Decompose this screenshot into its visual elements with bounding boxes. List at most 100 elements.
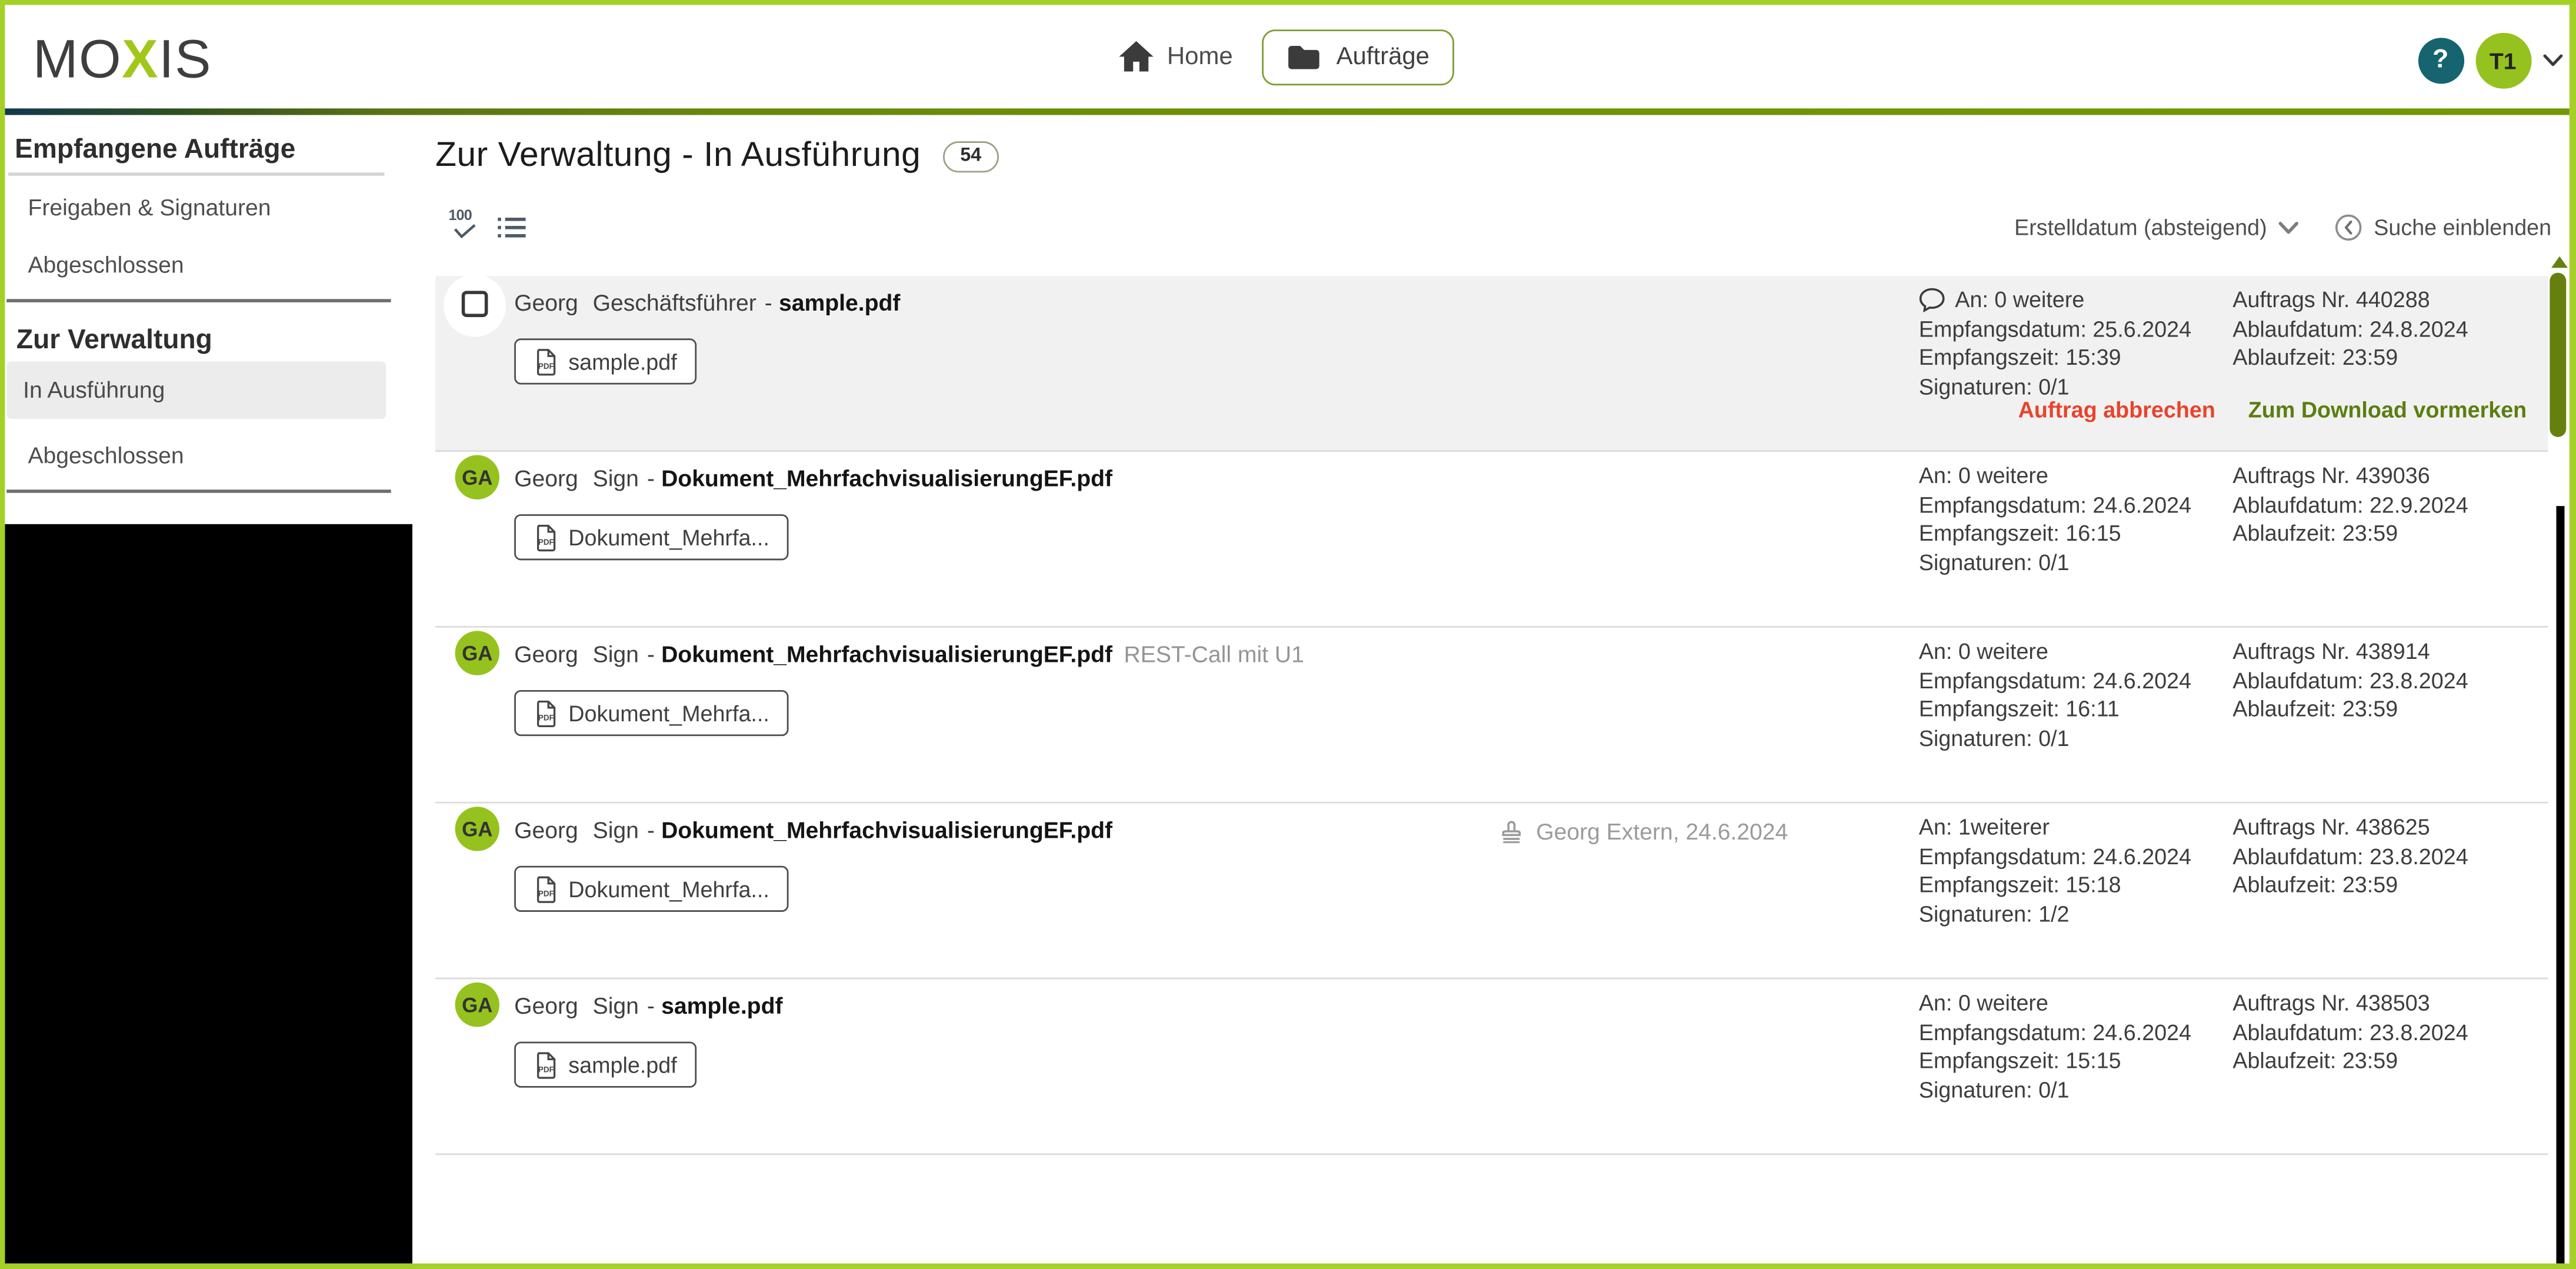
nav-home-label: Home — [1167, 43, 1233, 71]
speech-bubble-icon — [1919, 288, 1945, 313]
help-glyph: ? — [2432, 46, 2448, 75]
page-border-bottom — [0, 1264, 2576, 1269]
logo-text-2: IS — [159, 28, 212, 88]
application-window: MOXIS Home Aufträge ? T1 Empfangene Auft… — [0, 0, 2576, 1269]
order-row[interactable]: Georg Geschäftsführer-sample.pdf PDF sam… — [435, 276, 2548, 452]
row-document: sample.pdf — [661, 992, 782, 1019]
attachment-label: sample.pdf — [568, 1052, 677, 1077]
pdf-file-icon: PDF — [534, 523, 557, 551]
meta-expiry-date: Ablaufdatum: 24.8.2024 — [2232, 315, 2468, 344]
row-name: Georg Sign — [514, 992, 639, 1019]
meta-order-no: Auftrags Nr. 440288 — [2232, 286, 2430, 315]
row-dash: - — [647, 465, 655, 491]
row-title: Georg Sign-Dokument_Mehrfachvisualisieru… — [514, 817, 1112, 843]
meta-right-column: Auftrags Nr. 439036 Ablaufdatum: 22.9.20… — [2232, 462, 2468, 548]
select-100-icon[interactable]: 100 — [448, 207, 483, 238]
row-dash: - — [765, 289, 772, 316]
pdf-file-icon: PDF — [534, 699, 557, 727]
row-document: sample.pdf — [779, 289, 900, 316]
meta-received-time: Empfangszeit: 15:39 — [1919, 344, 2121, 372]
stamp-note-group: Georg Extern, 24.6.2024 — [1498, 818, 1788, 845]
folder-icon — [1287, 44, 1322, 70]
sidebar-divider — [6, 299, 391, 301]
meta-signatures: Signaturen: 0/1 — [1919, 724, 2070, 753]
scrollbar-up-arrow[interactable] — [2551, 257, 2567, 268]
top-bar: MOXIS Home Aufträge ? T1 — [5, 5, 2568, 108]
sidebar-item-abgeschlossen-2[interactable]: Abgeschlossen — [28, 442, 184, 468]
meta-order-no: Auftrags Nr. 438914 — [2232, 638, 2430, 667]
row-name: Georg Sign — [514, 641, 639, 667]
row-checkbox[interactable] — [462, 291, 488, 317]
moxis-logo: MOXIS — [33, 28, 212, 90]
avatar: GA — [455, 631, 499, 675]
svg-text:PDF: PDF — [538, 712, 554, 721]
meta-expiry-time: Ablaufzeit: 23:59 — [2232, 695, 2398, 724]
meta-signatures: Signaturen: 0/1 — [1919, 548, 2070, 577]
attachment-chip[interactable]: PDF Dokument_Mehrfa... — [514, 866, 789, 912]
toolbar-left: 100 — [448, 207, 525, 238]
sidebar-item-abgeschlossen-1[interactable]: Abgeschlossen — [28, 251, 184, 278]
sort-chevron-down-icon — [2278, 221, 2298, 234]
attachment-chip[interactable]: PDF Dokument_Mehrfa... — [514, 514, 789, 560]
meta-expiry-time: Ablaufzeit: 23:59 — [2232, 519, 2398, 548]
meta-order-no: Auftrags Nr. 438503 — [2232, 989, 2430, 1018]
attachment-label: sample.pdf — [568, 349, 677, 374]
nav-auftraege[interactable]: Aufträge — [1262, 29, 1454, 85]
meta-received-date: Empfangsdatum: 24.6.2024 — [1919, 842, 2191, 871]
logo-text: MO — [33, 28, 122, 88]
meta-order-no: Auftrags Nr. 438625 — [2232, 813, 2430, 842]
action-danger[interactable]: Auftrag abbrechen — [2018, 398, 2215, 422]
order-list: Georg Geschäftsführer-sample.pdf PDF sam… — [435, 276, 2548, 1155]
header-divider-gradient — [5, 108, 2568, 115]
attachment-chip[interactable]: PDF sample.pdf — [514, 1042, 697, 1088]
attachment-chip[interactable]: PDF sample.pdf — [514, 338, 697, 384]
row-title: Georg Sign-Dokument_Mehrfachvisualisieru… — [514, 465, 1112, 491]
order-row[interactable]: GA Georg Sign-sample.pdf PDF sample.pdf … — [435, 979, 2548, 1155]
meta-received-date: Empfangsdatum: 24.6.2024 — [1919, 491, 2191, 519]
page-title: Zur Verwaltung - In Ausführung — [435, 136, 921, 176]
svg-text:PDF: PDF — [538, 361, 554, 370]
action-confirm[interactable]: Zum Download vormerken — [2248, 398, 2527, 422]
meta-right-column: Auftrags Nr. 438914 Ablaufdatum: 23.8.20… — [2232, 638, 2468, 724]
list-view-icon[interactable] — [498, 217, 525, 238]
meta-left-column: An: 0 weitere Empfangsdatum: 24.6.2024 E… — [1919, 638, 2191, 754]
user-avatar-button[interactable]: T1 — [2475, 33, 2531, 89]
help-button[interactable]: ? — [2418, 38, 2464, 84]
row-name: Georg Geschäftsführer — [514, 289, 757, 316]
row-note: REST-Call mit U1 — [1124, 641, 1304, 667]
user-menu-chevron-down-icon[interactable] — [2542, 54, 2562, 67]
attachment-chip[interactable]: PDF Dokument_Mehrfa... — [514, 690, 789, 736]
redacted-strip-right — [2556, 506, 2564, 1263]
meta-right-column: Auftrags Nr. 440288 Ablaufdatum: 24.8.20… — [2232, 286, 2468, 372]
logo-accent-x: X — [122, 28, 159, 88]
sidebar-underline — [8, 172, 385, 175]
row-dash: - — [647, 992, 655, 1019]
main-nav: Home Aufträge — [1119, 5, 1454, 108]
page-border-left — [0, 0, 5, 1269]
meta-right-column: Auftrags Nr. 438503 Ablaufdatum: 23.8.20… — [2232, 989, 2468, 1075]
meta-recipients: An: 0 weitere — [1919, 462, 2048, 491]
sidebar-section-empfangene: Empfangene Aufträge — [15, 135, 295, 166]
header-right: ? T1 — [2418, 5, 2562, 108]
stamp-icon — [1498, 818, 1525, 845]
pdf-file-icon: PDF — [534, 1051, 557, 1078]
sort-dropdown[interactable]: Erstelldatum (absteigend) — [2014, 215, 2298, 240]
scrollbar-thumb[interactable] — [2550, 272, 2565, 436]
meta-received-time: Empfangszeit: 16:15 — [1919, 519, 2121, 548]
order-row[interactable]: GA Georg Sign-Dokument_Mehrfachvisualisi… — [435, 452, 2548, 628]
row-name: Georg Sign — [514, 465, 639, 491]
search-toggle-label: Suche einblenden — [2374, 215, 2551, 240]
meta-expiry-date: Ablaufdatum: 23.8.2024 — [2232, 842, 2468, 871]
svg-text:PDF: PDF — [538, 537, 554, 545]
sidebar-item-freigaben-signaturen[interactable]: Freigaben & Signaturen — [28, 194, 271, 221]
nav-home[interactable]: Home — [1119, 41, 1233, 72]
sidebar-item-in-ausfuehrung[interactable]: In Ausführung — [6, 361, 386, 419]
meta-received-date: Empfangsdatum: 25.6.2024 — [1919, 315, 2191, 344]
nav-auftraege-label: Aufträge — [1337, 43, 1429, 71]
svg-text:PDF: PDF — [538, 888, 554, 897]
meta-signatures: Signaturen: 1/2 — [1919, 900, 2070, 929]
order-row[interactable]: GA Georg Sign-Dokument_Mehrfachvisualisi… — [435, 628, 2548, 804]
meta-received-date: Empfangsdatum: 24.6.2024 — [1919, 1018, 2191, 1047]
search-toggle[interactable]: Suche einblenden — [2334, 214, 2551, 241]
order-row[interactable]: GA Georg Sign-Dokument_Mehrfachvisualisi… — [435, 804, 2548, 980]
